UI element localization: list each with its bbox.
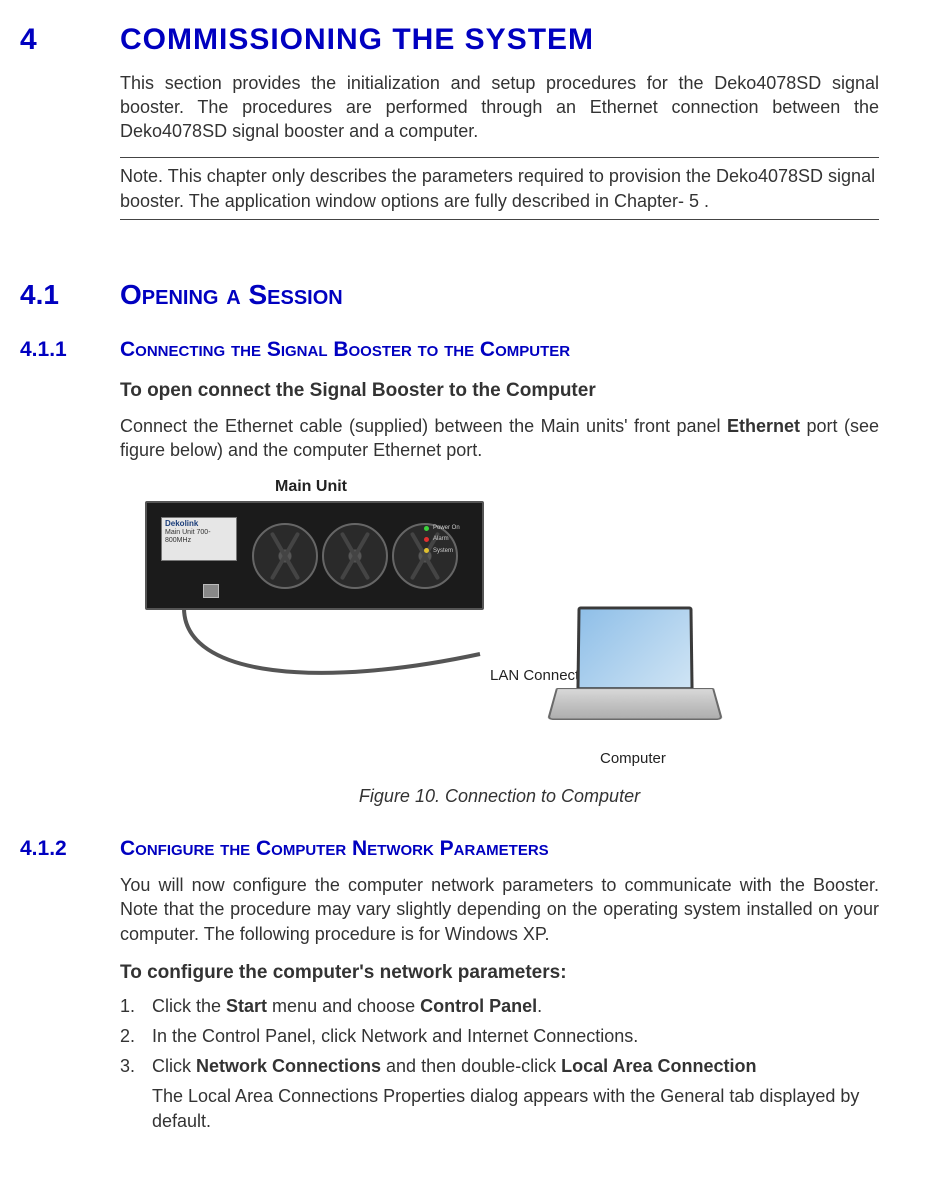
computer-label: Computer (600, 749, 666, 769)
step-text: In the Control Panel, click Network and … (152, 1024, 879, 1048)
intro-paragraph: This section provides the initialization… (120, 71, 879, 144)
figure: Main Unit Dekolink Main Unit 700-800MHz … (120, 476, 879, 776)
subsection-number: 4.1.2 (20, 835, 120, 863)
main-unit-label: Main Unit (275, 476, 347, 498)
computer-icon (550, 606, 720, 738)
led-panel: Power On Alarm System (424, 521, 468, 557)
subsection-title: Connecting the Signal Booster to the Com… (120, 336, 879, 364)
ethernet-bold: Ethernet (727, 416, 800, 436)
network-connections-bold: Network Connections (196, 1056, 381, 1076)
control-panel-bold: Control Panel (420, 996, 537, 1016)
text: Click (152, 1056, 196, 1076)
step-followup: The Local Area Connections Properties di… (152, 1084, 879, 1133)
note-box: Note. This chapter only describes the pa… (120, 157, 879, 220)
main-unit-device-icon: Dekolink Main Unit 700-800MHz Power On A… (145, 501, 484, 610)
subsection-title: Configure the Computer Network Parameter… (120, 835, 879, 863)
model-text: Main Unit 700-800MHz (165, 529, 233, 544)
chapter-number: 4 (20, 20, 120, 61)
ethernet-port-icon (203, 584, 219, 598)
led-icon (424, 526, 429, 531)
step-number: 3. (120, 1054, 152, 1078)
task-heading: To configure the computer's network para… (120, 960, 879, 986)
chapter-title: COMMISSIONING THE SYSTEM (120, 20, 879, 61)
led-label: System (433, 547, 453, 555)
local-area-connection-bold: Local Area Connection (561, 1056, 756, 1076)
figure-caption: Figure 10. Connection to Computer (120, 784, 879, 808)
cable-icon (182, 608, 482, 728)
led-icon (424, 548, 429, 553)
start-bold: Start (226, 996, 267, 1016)
connect-paragraph: Connect the Ethernet cable (supplied) be… (120, 414, 879, 463)
device-panel: Dekolink Main Unit 700-800MHz (161, 517, 237, 561)
list-item: 1. Click the Start menu and choose Contr… (120, 994, 879, 1018)
task-heading: To open connect the Signal Booster to th… (120, 378, 879, 404)
section-number: 4.1 (20, 276, 120, 314)
led-label: Power On (433, 524, 460, 532)
brand-text: Dekolink (165, 520, 233, 529)
step-number: 2. (120, 1024, 152, 1048)
text: and then double-click (381, 1056, 561, 1076)
list-item: 2. In the Control Panel, click Network a… (120, 1024, 879, 1048)
led-icon (424, 537, 429, 542)
led-label: Alarm (433, 535, 449, 543)
text: Click the (152, 996, 226, 1016)
section-title: Opening a Session (120, 276, 879, 314)
fan-icon (322, 523, 388, 589)
list-item: 3. Click Network Connections and then do… (120, 1054, 879, 1133)
text: . (537, 996, 542, 1016)
step-number: 1. (120, 994, 152, 1018)
text: menu and choose (267, 996, 420, 1016)
config-intro: You will now configure the computer netw… (120, 873, 879, 946)
step-list: 1. Click the Start menu and choose Contr… (120, 994, 879, 1133)
text: Connect the Ethernet cable (supplied) be… (120, 416, 727, 436)
fan-icon (252, 523, 318, 589)
subsection-number: 4.1.1 (20, 336, 120, 364)
